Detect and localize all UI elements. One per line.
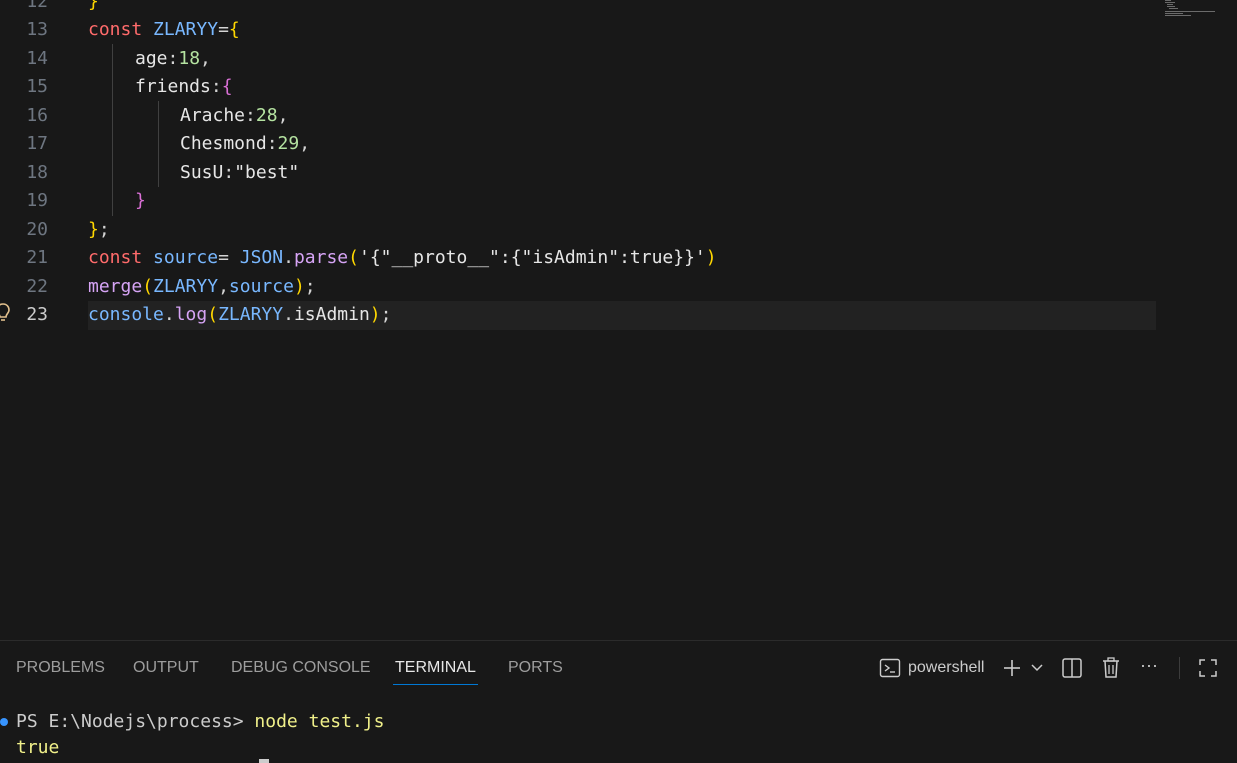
terminal-prompt-line: PS E:\Nodejs\process> node test.js xyxy=(16,709,384,735)
line-number: 21 xyxy=(26,247,48,268)
minimap[interactable] xyxy=(1163,0,1237,24)
line-number: 20 xyxy=(26,219,48,240)
trash-icon[interactable] xyxy=(1100,656,1122,680)
bottom-panel: PROBLEMS OUTPUT DEBUG CONSOLE TERMINAL P… xyxy=(0,640,1237,763)
line-number: 14 xyxy=(26,48,48,69)
split-terminal-icon[interactable] xyxy=(1061,657,1083,679)
code-line[interactable]: merge(ZLARYY,source); xyxy=(88,273,316,302)
code-line[interactable]: friends:{ xyxy=(135,73,233,102)
maximize-panel-icon[interactable] xyxy=(1198,658,1218,678)
terminal-output: true xyxy=(16,737,60,758)
code-line[interactable]: age:18, xyxy=(135,45,211,74)
line-number: 13 xyxy=(26,19,48,40)
code-line[interactable]: } xyxy=(135,187,146,216)
terminal-command: node test.js xyxy=(254,711,385,732)
tab-debug-console[interactable]: DEBUG CONSOLE xyxy=(231,659,371,685)
code-line[interactable]: const source= JSON.parse('{"__proto__":{… xyxy=(88,244,717,273)
code-line[interactable]: } xyxy=(88,0,99,17)
tab-ports[interactable]: PORTS xyxy=(508,659,563,685)
tab-output[interactable]: OUTPUT xyxy=(133,659,199,685)
lightbulb-icon[interactable] xyxy=(0,303,10,323)
terminal-icon xyxy=(879,658,901,678)
code-line[interactable]: console.log(ZLARYY.isAdmin); xyxy=(88,301,391,330)
code-editor[interactable]: 12 } 13 const ZLARYY={ 14 age:18, 15 fri… xyxy=(0,0,1237,640)
terminal-prompt: PS E:\Nodejs\process> xyxy=(16,711,255,732)
divider xyxy=(1179,657,1180,679)
code-line[interactable]: }; xyxy=(88,216,110,245)
line-number: 12 xyxy=(26,0,48,12)
code-line[interactable]: const ZLARYY={ xyxy=(88,16,240,45)
add-terminal-icon[interactable] xyxy=(1002,658,1022,678)
indent-guide xyxy=(112,44,113,216)
tab-problems[interactable]: PROBLEMS xyxy=(16,659,105,685)
code-line[interactable]: SusU:"best" xyxy=(180,159,299,188)
code-line[interactable]: Chesmond:29, xyxy=(180,130,310,159)
tab-terminal[interactable]: TERMINAL xyxy=(393,659,478,685)
command-status-dot[interactable] xyxy=(0,718,8,726)
chevron-down-icon[interactable] xyxy=(1030,662,1044,674)
indent-guide xyxy=(158,101,159,187)
line-number: 17 xyxy=(26,133,48,154)
terminal-cursor xyxy=(259,759,269,763)
line-number: 16 xyxy=(26,105,48,126)
line-number: 15 xyxy=(26,76,48,97)
more-actions-button[interactable]: ··· xyxy=(1140,655,1158,676)
line-number: 19 xyxy=(26,190,48,211)
line-number: 22 xyxy=(26,276,48,297)
shell-selector[interactable]: powershell xyxy=(908,659,984,677)
line-number: 18 xyxy=(26,162,48,183)
code-line[interactable]: Arache:28, xyxy=(180,102,288,131)
